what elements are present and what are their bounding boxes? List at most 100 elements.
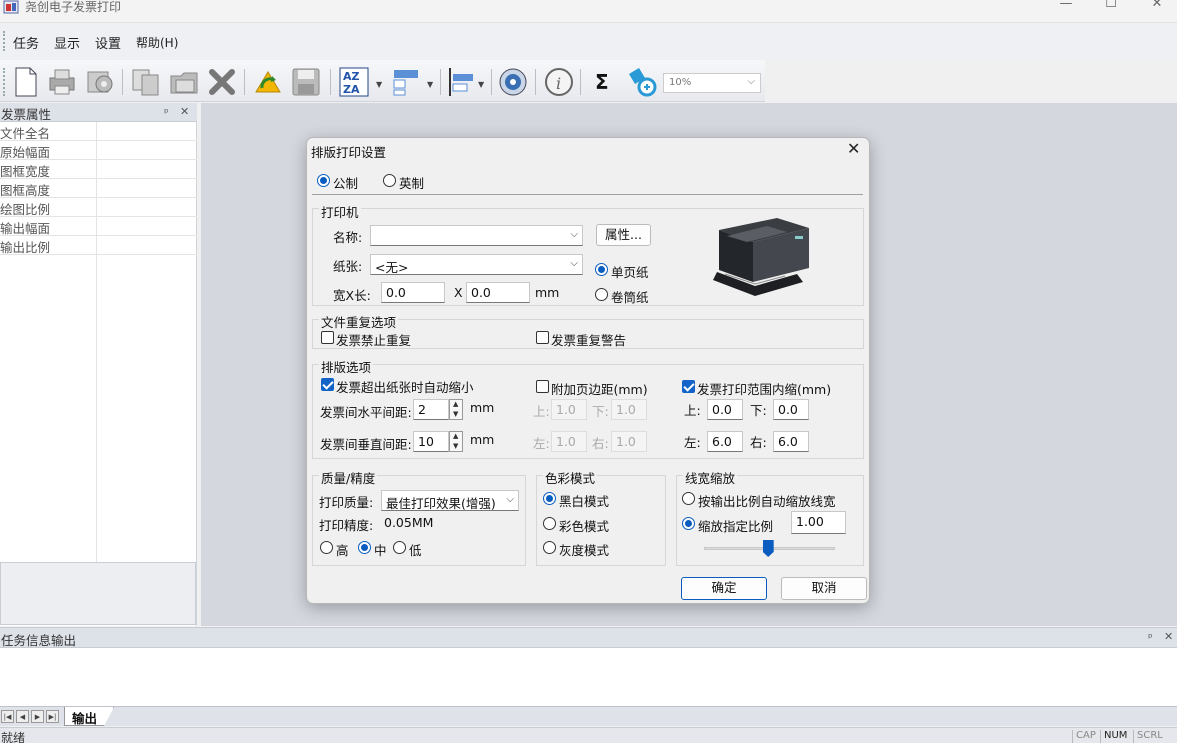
sort-icon[interactable]: AZZA: [338, 66, 370, 98]
property-row[interactable]: 文件全名: [0, 122, 197, 141]
toolbar: AZ ZA ▼ ▼ ▼ i Σ 10% ⌵: [0, 60, 765, 102]
refresh-icon[interactable]: [252, 66, 284, 98]
roll-paper-label: 卷筒纸: [611, 290, 649, 305]
close-icon[interactable]: ✕: [180, 105, 189, 118]
margin-right-input[interactable]: 1.0: [611, 431, 647, 452]
tab-output[interactable]: 输出: [64, 707, 114, 726]
warn-duplicate-checkbox[interactable]: [536, 331, 549, 344]
paper-width-input[interactable]: 0.0: [381, 282, 445, 303]
metric-radio[interactable]: [317, 174, 330, 187]
cancel-button[interactable]: 取消: [781, 577, 867, 600]
pin-icon[interactable]: ᵖ: [1148, 631, 1153, 644]
minimize-button[interactable]: —: [1053, 0, 1079, 16]
toolbar-grip[interactable]: [3, 68, 5, 96]
property-row[interactable]: 图框高度: [0, 179, 197, 198]
zoom-icon[interactable]: [626, 66, 658, 98]
linewidth-auto-radio[interactable]: [682, 492, 695, 505]
property-row[interactable]: 输出比例: [0, 236, 197, 255]
property-column-divider[interactable]: [96, 122, 97, 562]
print-icon[interactable]: [46, 66, 78, 98]
ok-button[interactable]: 确定: [681, 577, 767, 600]
spin-down-icon: ▼: [453, 410, 459, 418]
menu-help[interactable]: 帮助(H): [136, 34, 178, 51]
dialog-close-button[interactable]: ✕: [847, 139, 860, 158]
margin-right-label: 右:: [592, 436, 609, 451]
save-icon[interactable]: [290, 66, 322, 98]
inset-top-label: 上:: [684, 403, 701, 418]
menu-view[interactable]: 显示: [54, 33, 80, 52]
sum-icon[interactable]: Σ: [595, 70, 609, 94]
paper-value: <无>: [375, 260, 409, 275]
margin-checkbox[interactable]: [536, 380, 549, 393]
align-icon[interactable]: [446, 66, 478, 98]
gray-mode-radio[interactable]: [543, 541, 556, 554]
paper-select[interactable]: <无> ⌵: [370, 254, 583, 275]
maximize-button[interactable]: ☐: [1098, 0, 1124, 16]
printer-properties-button[interactable]: 属性...: [596, 224, 651, 246]
v-gap-input[interactable]: 10: [413, 431, 449, 452]
sort-dropdown-icon[interactable]: ▼: [376, 80, 382, 89]
color-mode-radio[interactable]: [543, 517, 556, 530]
svg-text:AZ: AZ: [343, 70, 360, 83]
print-setup-icon[interactable]: [84, 66, 116, 98]
quality-high-radio[interactable]: [320, 541, 333, 554]
property-name: 图框宽度: [0, 164, 51, 179]
svg-text:i: i: [556, 74, 561, 93]
align-dropdown-icon[interactable]: ▼: [478, 80, 484, 89]
copy-icon[interactable]: [130, 66, 162, 98]
bw-mode-radio[interactable]: [543, 492, 556, 505]
inset-checkbox[interactable]: [682, 380, 695, 393]
layout-dropdown-icon[interactable]: ▼: [427, 80, 433, 89]
output-area[interactable]: [0, 648, 1177, 706]
quality-select[interactable]: 最佳打印效果(增强) ⌵: [381, 490, 519, 511]
duplicate-group-title: 文件重复选项: [319, 312, 399, 331]
paper-height-input[interactable]: 0.0: [466, 282, 530, 303]
v-gap-spinner[interactable]: ▲ ▼: [449, 431, 463, 452]
close-window-button[interactable]: ✕: [1144, 0, 1170, 16]
inset-right-input[interactable]: 6.0: [773, 431, 809, 452]
single-sheet-radio[interactable]: [595, 263, 608, 276]
layout-icon[interactable]: [390, 66, 422, 98]
margin-left-input[interactable]: 1.0: [551, 431, 587, 452]
h-gap-input[interactable]: 2: [413, 399, 449, 420]
quality-low-radio[interactable]: [393, 541, 406, 554]
pin-icon[interactable]: ᵖ: [164, 106, 169, 119]
close-icon[interactable]: ✕: [1164, 630, 1173, 643]
imperial-radio[interactable]: [383, 174, 396, 187]
quality-mid-radio[interactable]: [358, 541, 371, 554]
margin-top-input[interactable]: 1.0: [551, 399, 587, 420]
printer-name-select[interactable]: ⌵: [370, 225, 583, 246]
last-tab-icon[interactable]: ▶|: [46, 710, 59, 723]
h-gap-spinner[interactable]: ▲ ▼: [449, 399, 463, 420]
quality-mid-label: 中: [374, 543, 387, 558]
property-row[interactable]: 输出幅面: [0, 217, 197, 236]
linewidth-custom-radio[interactable]: [682, 517, 695, 530]
inset-bottom-input[interactable]: 0.0: [773, 399, 809, 420]
delete-icon[interactable]: [206, 66, 238, 98]
settings-icon[interactable]: [497, 66, 529, 98]
auto-shrink-checkbox[interactable]: [321, 378, 334, 391]
quality-group-title: 质量/精度: [319, 468, 378, 487]
prev-tab-icon[interactable]: ◀: [16, 710, 29, 723]
property-row[interactable]: 原始幅面: [0, 141, 197, 160]
zoom-select[interactable]: 10% ⌵: [663, 73, 761, 93]
info-icon[interactable]: i: [543, 66, 575, 98]
menu-grip[interactable]: [3, 31, 5, 51]
menu-settings[interactable]: 设置: [95, 33, 121, 52]
property-row[interactable]: 图框宽度: [0, 160, 197, 179]
property-row[interactable]: 绘图比例: [0, 198, 197, 217]
margin-bottom-input[interactable]: 1.0: [611, 399, 647, 420]
inset-top-input[interactable]: 0.0: [707, 399, 743, 420]
first-tab-icon[interactable]: |◀: [1, 710, 14, 723]
inset-left-input[interactable]: 6.0: [707, 431, 743, 452]
next-tab-icon[interactable]: ▶: [31, 710, 44, 723]
new-document-icon[interactable]: [10, 66, 42, 98]
forbid-duplicate-checkbox[interactable]: [321, 331, 334, 344]
inset-right-label: 右:: [750, 435, 767, 450]
linewidth-ratio-input[interactable]: 1.00: [791, 511, 846, 534]
paste-icon[interactable]: [168, 66, 200, 98]
menu-task[interactable]: 任务: [13, 33, 39, 52]
h-gap-unit: mm: [470, 400, 495, 415]
roll-paper-radio[interactable]: [595, 288, 608, 301]
size-x-label: X: [454, 285, 463, 300]
